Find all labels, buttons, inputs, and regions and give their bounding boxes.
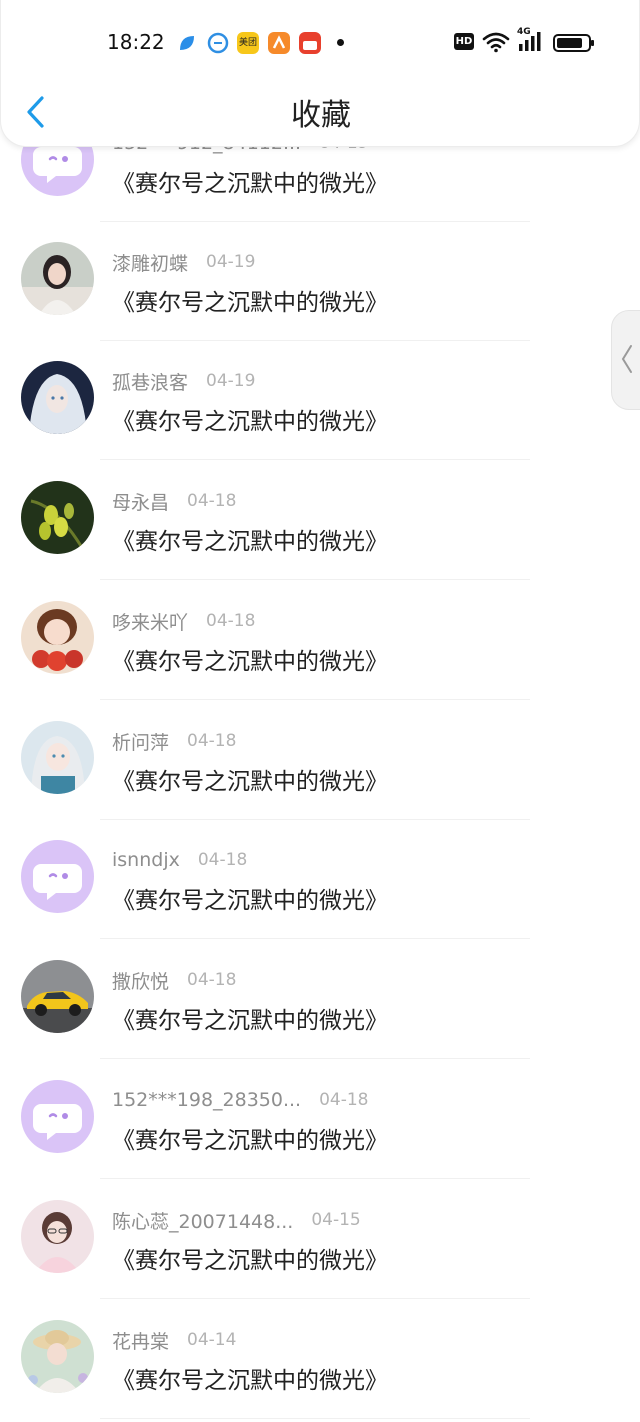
default-chat-avatar-icon <box>21 840 94 913</box>
avatar[interactable] <box>21 1320 94 1393</box>
divider <box>100 1298 530 1299</box>
wifi-icon <box>482 31 510 57</box>
divider <box>100 579 530 580</box>
avatar[interactable] <box>21 242 94 315</box>
username: 152***198_28350... <box>112 1089 302 1111</box>
avatar[interactable] <box>21 601 94 674</box>
network-type: 4G <box>517 27 531 37</box>
avatar[interactable] <box>21 960 94 1033</box>
username: isnndjx <box>112 849 180 871</box>
list-item[interactable]: 母永昌 04-18 《赛尔号之沉默中的微光》 <box>0 461 640 580</box>
date: 04-14 <box>187 1330 237 1350</box>
divider <box>100 1058 530 1059</box>
list-item[interactable]: 陈心蕊_20071448... 04-15 《赛尔号之沉默中的微光》 <box>0 1180 640 1299</box>
novel-title[interactable]: 《赛尔号之沉默中的微光》 <box>112 1241 388 1275</box>
novel-title[interactable]: 《赛尔号之沉默中的微光》 <box>112 402 388 436</box>
novel-title[interactable]: 《赛尔号之沉默中的微光》 <box>112 642 388 676</box>
default-chat-avatar-icon <box>21 1080 94 1153</box>
anime-girl-apples-avatar-icon <box>21 601 94 674</box>
blue-face-app-icon <box>207 32 229 54</box>
battery-icon <box>553 33 595 57</box>
username: 撒欣悦 <box>112 970 170 993</box>
avatar[interactable] <box>21 1200 94 1273</box>
meituan-icon: 美团 <box>237 32 259 54</box>
chevron-left-icon <box>621 345 632 373</box>
novel-title[interactable]: 《赛尔号之沉默中的微光》 <box>112 1001 388 1035</box>
straw-hat-girl-avatar-icon <box>21 1320 94 1393</box>
avatar[interactable] <box>21 840 94 913</box>
novel-title[interactable]: 《赛尔号之沉默中的微光》 <box>112 164 388 198</box>
date: 04-18 <box>187 491 237 511</box>
list-item[interactable]: 撒欣悦 04-18 《赛尔号之沉默中的微光》 <box>0 940 640 1059</box>
novel-title[interactable]: 《赛尔号之沉默中的微光》 <box>112 762 388 796</box>
novel-title[interactable]: 《赛尔号之沉默中的微光》 <box>112 522 388 556</box>
list-item[interactable]: 析问萍 04-18 《赛尔号之沉默中的微光》 <box>0 701 640 820</box>
username: 花冉棠 <box>112 1330 170 1353</box>
date: 04-18 <box>197 850 248 870</box>
date: 04-19 <box>206 252 256 272</box>
divider <box>100 1178 530 1179</box>
date: 04-18 <box>187 970 237 990</box>
username: 陈心蕊_20071448... <box>112 1210 294 1233</box>
pink-girl-avatar-icon <box>21 1200 94 1273</box>
username: 母永昌 <box>112 491 170 514</box>
list-item[interactable]: 漆雕初蝶 04-19 《赛尔号之沉默中的微光》 <box>0 222 640 341</box>
divider <box>100 699 530 700</box>
yellow-flowers-avatar-icon <box>21 481 94 554</box>
header: 18:22 美团 HD 4G 收藏 <box>0 0 640 147</box>
novel-title[interactable]: 《赛尔号之沉默中的微光》 <box>112 1361 388 1395</box>
page-title: 收藏 <box>291 98 351 133</box>
username: 漆雕初蝶 <box>112 252 189 275</box>
date: 04-19 <box>206 371 256 391</box>
divider <box>100 938 530 939</box>
avatar[interactable] <box>21 1080 94 1153</box>
novel-title[interactable]: 《赛尔号之沉默中的微光》 <box>112 283 388 317</box>
list-item[interactable]: 花冉棠 04-14 《赛尔号之沉默中的微光》 <box>0 1300 640 1419</box>
username: 哆来米吖 <box>112 611 189 634</box>
list-item[interactable]: isnndjx 04-18 《赛尔号之沉默中的微光》 <box>0 820 640 939</box>
list-item[interactable]: 孤巷浪客 04-19 《赛尔号之沉默中的微光》 <box>0 341 640 460</box>
divider <box>100 1418 530 1419</box>
date: 04-15 <box>311 1210 361 1230</box>
list-item[interactable]: 哆来米吖 04-18 《赛尔号之沉默中的微光》 <box>0 581 640 700</box>
girl-photo-avatar-icon <box>21 242 94 315</box>
anime-girl-blue-avatar-icon <box>21 721 94 794</box>
yellow-car-avatar-icon <box>21 960 94 1033</box>
avatar[interactable] <box>21 361 94 434</box>
orange-app-icon <box>268 32 290 54</box>
notification-dot-icon <box>337 39 344 46</box>
divider <box>100 459 530 460</box>
username: 析问萍 <box>112 731 170 754</box>
blue-leaf-app-icon <box>176 32 198 54</box>
avatar[interactable] <box>21 481 94 554</box>
date: 04-18 <box>187 731 237 751</box>
novel-title[interactable]: 《赛尔号之沉默中的微光》 <box>112 1121 388 1155</box>
date: 04-18 <box>206 611 256 631</box>
hd-icon: HD <box>454 33 474 50</box>
anime-silver-hair-avatar-icon <box>21 361 94 434</box>
red-app-icon <box>299 32 321 54</box>
status-time: 18:22 <box>107 30 165 54</box>
novel-title[interactable]: 《赛尔号之沉默中的微光》 <box>112 881 388 915</box>
list-item[interactable]: 152***198_28350... 04-18 《赛尔号之沉默中的微光》 <box>0 1060 640 1179</box>
date: 04-18 <box>319 1090 369 1110</box>
avatar[interactable] <box>21 721 94 794</box>
username: 孤巷浪客 <box>112 371 189 394</box>
side-drawer-handle[interactable] <box>611 310 640 410</box>
